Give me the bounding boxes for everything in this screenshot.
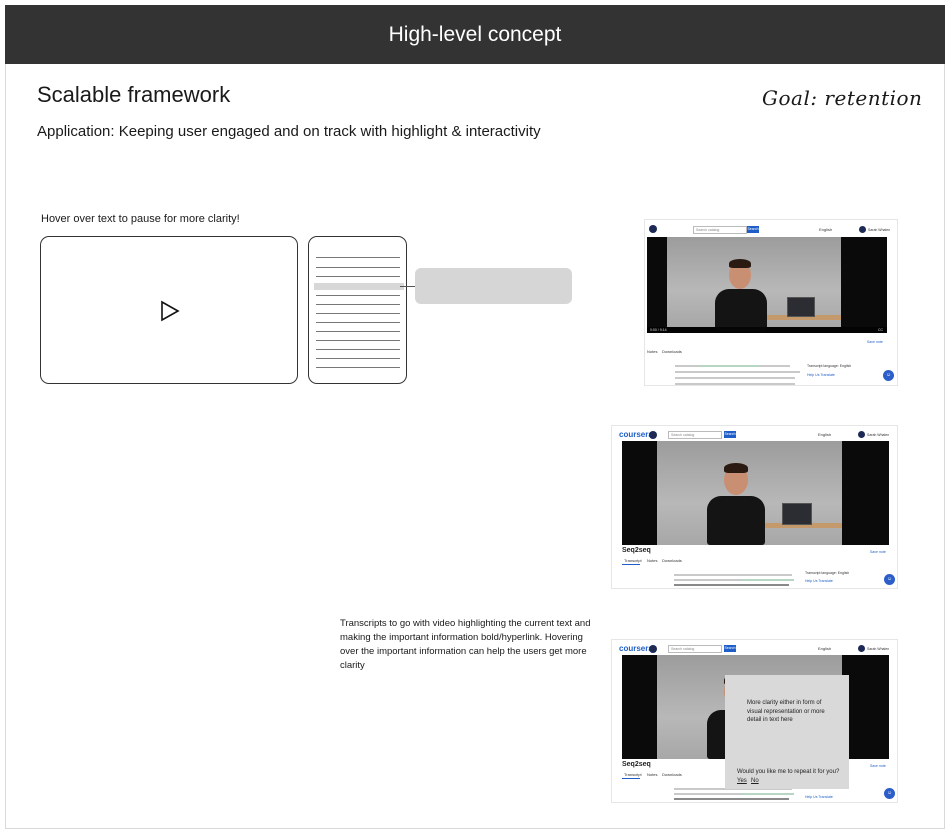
coursera-logo[interactable]: coursera <box>619 430 653 439</box>
save-note-button[interactable]: Save note <box>870 550 886 554</box>
transcript-line <box>316 257 400 258</box>
tab-notes[interactable]: Notes <box>647 349 657 354</box>
transcript-line <box>675 383 795 385</box>
coursera-logo[interactable]: coursera <box>619 644 653 653</box>
search-button[interactable]: Search <box>724 431 736 438</box>
transcript-line <box>674 574 792 576</box>
yes-button[interactable]: Yes <box>737 778 747 784</box>
home-icon[interactable] <box>649 645 657 653</box>
home-icon[interactable] <box>649 225 657 233</box>
wireframe-tooltip <box>415 268 572 304</box>
transcript-bold-link[interactable] <box>674 798 789 800</box>
play-icon[interactable] <box>160 300 180 327</box>
language-select[interactable]: English <box>819 227 832 232</box>
laptop <box>787 297 815 317</box>
tab-downloads[interactable]: Downloads <box>662 558 682 563</box>
transcript-line <box>316 367 400 368</box>
transcript-line <box>316 295 400 296</box>
lesson-title: Seq2seq <box>622 547 651 554</box>
transcript-line <box>316 322 400 323</box>
transcript-highlight <box>742 579 794 581</box>
laptop <box>782 503 812 525</box>
help-translate-link[interactable]: Help Us Translate <box>805 579 833 583</box>
tab-transcript[interactable]: Transcript <box>624 558 642 563</box>
help-translate-link[interactable]: Help Us Translate <box>805 795 833 799</box>
save-note-button[interactable]: Save note <box>867 340 883 344</box>
user-name[interactable]: Sarah Whalen <box>868 228 890 232</box>
mockup-1: Search catalog Search English Sarah Whal… <box>644 219 898 386</box>
avatar[interactable] <box>858 645 865 652</box>
user-name[interactable]: Sarah Whalen <box>867 433 889 437</box>
tab-notes[interactable]: Notes <box>647 772 657 777</box>
no-button[interactable]: No <box>751 778 759 784</box>
popup-message: More clarity either in form of visual re… <box>747 700 825 723</box>
avatar[interactable] <box>859 226 866 233</box>
presenter-hair <box>729 259 751 268</box>
transcript-line <box>675 377 795 379</box>
transcript-language[interactable]: Transcript language: English <box>805 571 849 575</box>
lesson-title: Seq2seq <box>622 761 651 768</box>
transcript-bold-link[interactable] <box>674 584 789 586</box>
tooltip-connector <box>400 286 416 287</box>
presenter-hair <box>724 463 748 473</box>
section-heading: Scalable framework <box>37 82 231 107</box>
search-button[interactable]: Search <box>747 226 759 233</box>
language-select[interactable]: English <box>818 646 831 651</box>
wireframe-hover-label: Hover over text to pause for more clarit… <box>41 213 240 225</box>
home-icon[interactable] <box>649 431 657 439</box>
transcript-line <box>316 276 400 277</box>
tab-downloads[interactable]: Downloads <box>662 772 682 777</box>
search-input[interactable]: Search catalog <box>668 645 722 653</box>
search-input[interactable]: Search catalog <box>693 226 747 234</box>
chat-icon[interactable]: ☺ <box>884 574 895 585</box>
save-note-button[interactable]: Save note <box>870 764 886 768</box>
goal-label: Goal: retention <box>762 86 923 110</box>
mockup-topbar: Search catalog Search English Sarah Whal… <box>645 220 897 238</box>
tab-notes[interactable]: Notes <box>647 558 657 563</box>
transcript-line <box>316 331 400 332</box>
search-button[interactable]: Search <box>724 645 736 652</box>
transcript-line <box>675 371 800 373</box>
transcript-line <box>316 313 400 314</box>
video-time: 0:00 / 9:14 <box>650 328 667 332</box>
transcript-language[interactable]: Transcript language: English <box>807 364 851 368</box>
search-input[interactable]: Search catalog <box>668 431 722 439</box>
help-translate-link[interactable]: Help Us Translate <box>807 373 835 377</box>
presenter-body <box>715 289 767 331</box>
transcript-highlight[interactable] <box>314 283 404 290</box>
video-player[interactable] <box>622 441 889 545</box>
transcript-line <box>316 340 400 341</box>
transcript-line <box>316 304 400 305</box>
page-title: High-level concept <box>388 23 562 46</box>
video-player[interactable]: 0:00 / 9:14 CC <box>647 237 887 333</box>
tab-active-indicator <box>622 564 640 565</box>
chat-icon[interactable]: ☺ <box>883 370 894 381</box>
presenter-body <box>707 496 765 545</box>
transcript-line <box>316 358 400 359</box>
header-bar: High-level concept <box>5 5 945 64</box>
transcript-line <box>316 267 400 268</box>
transcript-note: Transcripts to go with video highlightin… <box>340 618 591 671</box>
captions-button[interactable]: CC <box>878 327 883 333</box>
chat-icon[interactable]: ☺ <box>884 788 895 799</box>
language-select[interactable]: English <box>818 432 831 437</box>
section-subheading: Application: Keeping user engaged and on… <box>37 123 541 140</box>
tab-transcript[interactable]: Transcript <box>624 772 642 777</box>
transcript-line <box>316 349 400 350</box>
clarity-popup: More clarity either in form of visual re… <box>725 675 849 789</box>
video-controls[interactable]: 0:00 / 9:14 CC <box>647 327 887 333</box>
tab-downloads[interactable]: Downloads <box>662 349 682 354</box>
wireframe-transcript-panel <box>308 236 407 384</box>
mockup-2: coursera Search catalog Search English S… <box>611 425 898 589</box>
transcript-highlight <box>700 365 760 367</box>
avatar[interactable] <box>858 431 865 438</box>
user-name[interactable]: Sarah Whalen <box>867 647 889 651</box>
popup-question: Would you like me to repeat it for you? <box>737 769 840 775</box>
tab-active-indicator <box>622 778 640 779</box>
transcript-highlight <box>742 793 794 795</box>
